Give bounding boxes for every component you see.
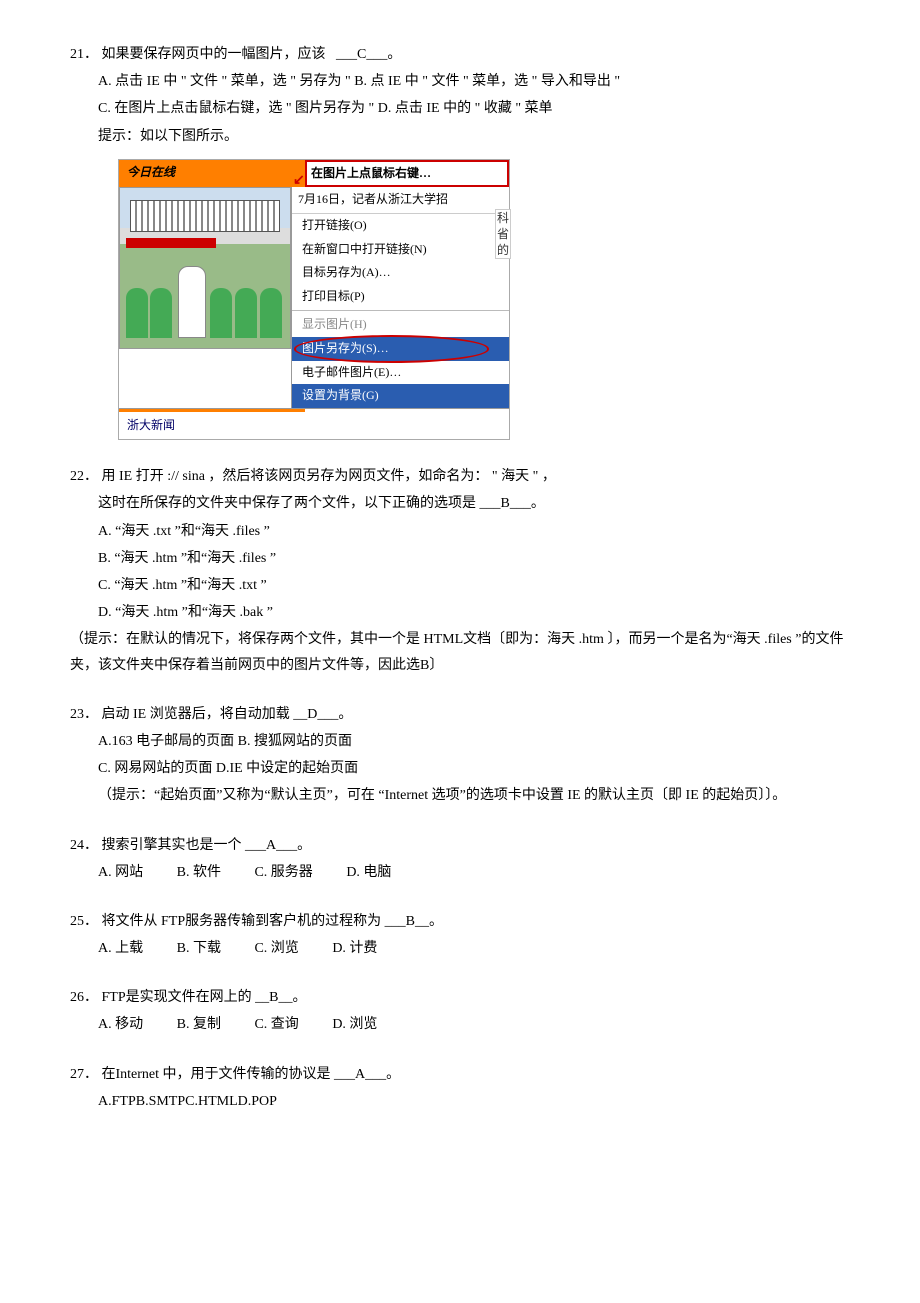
q25-number: 25．: [70, 914, 98, 929]
illus-annotation: ↙ 在图片上点鼠标右键…: [305, 160, 509, 188]
q22-stem-line1: 22． 用 IE 打开 :// sina ，然后将该网页另存为网页文件，如命名为…: [70, 464, 850, 489]
question-25: 25． 将文件从 FTP服务器传输到客户机的过程称为 ___B__。 A. 上载…: [70, 909, 850, 961]
q23-options-cd: C. 网易网站的页面 D.IE 中设定的起始页面: [70, 756, 850, 781]
q26-option-c: C. 查询: [254, 1012, 298, 1037]
q27-stem-text: 在Internet 中，用于文件传输的协议是 ___A___。: [102, 1067, 401, 1082]
menu-email-image[interactable]: 电子邮件图片(E)…: [292, 361, 509, 385]
q26-stem: 26． FTP是实现文件在网上的 __B__。: [70, 985, 850, 1010]
photo-banner: [126, 238, 216, 248]
photo-person: [235, 288, 257, 338]
q21-option-c: C. 在图片上点击鼠标右键，选 " 图片另存为 ": [98, 101, 374, 116]
illus-bottom-label: 浙大新闻: [119, 409, 305, 440]
q22-option-a: A. “海天 .txt ”和“海天 .files ”: [70, 519, 850, 544]
q21-row-ab: A. 点击 IE 中 " 文件 " 菜单，选 " 另存为 " B. 点 IE 中…: [70, 69, 850, 94]
illus-body: 7月16日，记者从浙江大学招 打开链接(O) 在新窗口中打开链接(N) 目标另存…: [119, 187, 509, 407]
q26-number: 26．: [70, 990, 98, 1005]
q23-hint: （提示：“起始页面”又称为“默认主页”，可在 “Internet 选项”的选项卡…: [70, 783, 850, 808]
q22-option-c: C. “海天 .htm ”和“海天 .txt ”: [70, 573, 850, 598]
menu-print-target[interactable]: 打印目标(P): [292, 285, 509, 309]
q22-option-d: D. “海天 .htm ”和“海天 .bak ”: [70, 600, 850, 625]
question-24: 24． 搜索引擎其实也是一个 ___A___。 A. 网站 B. 软件 C. 服…: [70, 833, 850, 885]
q21-stem-a: 如果要保存网页中的一幅图片，应该: [102, 47, 326, 62]
menu-separator: [292, 310, 509, 311]
photo-person: [178, 266, 206, 338]
question-22: 22． 用 IE 打开 :// sina ，然后将该网页另存为网页文件，如命名为…: [70, 464, 850, 678]
menu-set-background[interactable]: 设置为背景(G): [292, 384, 509, 408]
illus-annotation-text: 在图片上点鼠标右键…: [311, 166, 431, 180]
q21-option-a: A. 点击 IE 中 " 文件 " 菜单，选 " 另存为 ": [98, 74, 351, 89]
illus-side-text: 科省的: [495, 209, 511, 259]
illus-top-left: 今日在线: [119, 160, 305, 188]
illus-bottom: 浙大新闻: [119, 408, 509, 440]
q24-option-c: C. 服务器: [254, 860, 312, 885]
q24-stem: 24． 搜索引擎其实也是一个 ___A___。: [70, 833, 850, 858]
photo-placeholder: [119, 187, 291, 349]
illus-caption: 7月16日，记者从浙江大学招: [292, 187, 509, 214]
question-27: 27． 在Internet 中，用于文件传输的协议是 ___A___。 A.FT…: [70, 1062, 850, 1114]
menu-show-image[interactable]: 显示图片(H): [292, 313, 509, 337]
q26-options: A. 移动 B. 复制 C. 查询 D. 浏览: [70, 1012, 850, 1037]
q21-stem: 21． 如果要保存网页中的一幅图片，应该 ___C___。: [70, 42, 850, 67]
question-26: 26． FTP是实现文件在网上的 __B__。 A. 移动 B. 复制 C. 查…: [70, 985, 850, 1037]
q26-option-a: A. 移动: [98, 1012, 143, 1037]
q25-stem-text: 将文件从 FTP服务器传输到客户机的过程称为 ___B__。: [102, 914, 443, 929]
q25-option-b: B. 下载: [177, 936, 221, 961]
q27-number: 27．: [70, 1067, 98, 1082]
q21-illustration: 今日在线 ↙ 在图片上点鼠标右键… 7月16日，记者从浙江大学招 打开链接(O)…: [118, 159, 510, 441]
q24-option-a: A. 网站: [98, 860, 143, 885]
illus-top: 今日在线 ↙ 在图片上点鼠标右键…: [119, 160, 509, 188]
q21-stem-b: 。: [387, 47, 401, 62]
menu-open-link[interactable]: 打开链接(O): [292, 214, 509, 238]
photo-person: [260, 288, 282, 338]
illus-bottom-right: [305, 409, 509, 440]
question-21: 21． 如果要保存网页中的一幅图片，应该 ___C___。 A. 点击 IE 中…: [70, 42, 850, 440]
q21-hint: 提示：如以下图所示。: [70, 124, 850, 149]
menu-save-image[interactable]: 图片另存为(S)…: [292, 337, 509, 361]
q24-option-d: D. 电脑: [346, 860, 391, 885]
q25-option-a: A. 上载: [98, 936, 143, 961]
q21-number: 21．: [70, 47, 98, 62]
q24-option-b: B. 软件: [177, 860, 221, 885]
question-23: 23． 启动 IE 浏览器后，将自动加载 __D___。 A.163 电子邮局的…: [70, 702, 850, 809]
q25-options: A. 上载 B. 下载 C. 浏览 D. 计费: [70, 936, 850, 961]
q21-row-cd: C. 在图片上点击鼠标右键，选 " 图片另存为 " D. 点击 IE 中的 " …: [70, 96, 850, 121]
q22-hint: （提示：在默认的情况下，将保存两个文件，其中一个是 HTML文档〔即为：海天 .…: [70, 627, 850, 677]
q21-option-d: D. 点击 IE 中的 " 收藏 " 菜单: [378, 101, 553, 116]
q27-stem: 27． 在Internet 中，用于文件传输的协议是 ___A___。: [70, 1062, 850, 1087]
photo-person: [150, 288, 172, 338]
context-menu: 7月16日，记者从浙江大学招 打开链接(O) 在新窗口中打开链接(N) 目标另存…: [291, 187, 509, 407]
q22-stem-a: 用 IE 打开 :// sina ，然后将该网页另存为网页文件，如命名为： " …: [102, 469, 556, 484]
q23-number: 23．: [70, 707, 98, 722]
q26-option-d: D. 浏览: [332, 1012, 377, 1037]
menu-open-new-window[interactable]: 在新窗口中打开链接(N): [292, 238, 509, 262]
q26-option-b: B. 复制: [177, 1012, 221, 1037]
q22-option-b: B. “海天 .htm ”和“海天 .files ”: [70, 546, 850, 571]
photo-person: [210, 288, 232, 338]
q22-number: 22．: [70, 469, 98, 484]
photo-building: [130, 200, 280, 232]
q27-options: A.FTPB.SMTPC.HTMLD.POP: [70, 1089, 850, 1114]
q22-stem-line2: 这时在所保存的文件夹中保存了两个文件，以下正确的选项是 ___B___。: [70, 491, 850, 516]
q23-stem: 23． 启动 IE 浏览器后，将自动加载 __D___。: [70, 702, 850, 727]
q21-blank: ___C___: [336, 47, 387, 62]
q24-stem-text: 搜索引擎其实也是一个 ___A___。: [102, 838, 312, 853]
q23-stem-text: 启动 IE 浏览器后，将自动加载 __D___。: [102, 707, 353, 722]
q24-options: A. 网站 B. 软件 C. 服务器 D. 电脑: [70, 860, 850, 885]
photo-person: [126, 288, 148, 338]
q26-stem-text: FTP是实现文件在网上的 __B__。: [102, 990, 307, 1005]
q25-stem: 25． 将文件从 FTP服务器传输到客户机的过程称为 ___B__。: [70, 909, 850, 934]
q24-number: 24．: [70, 838, 98, 853]
q25-option-c: C. 浏览: [254, 936, 298, 961]
q21-option-b: B. 点 IE 中 " 文件 " 菜单，选 " 导入和导出 ": [354, 74, 620, 89]
q23-options-ab: A.163 电子邮局的页面 B. 搜狐网站的页面: [70, 729, 850, 754]
menu-save-target[interactable]: 目标另存为(A)…: [292, 261, 509, 285]
q25-option-d: D. 计费: [332, 936, 377, 961]
